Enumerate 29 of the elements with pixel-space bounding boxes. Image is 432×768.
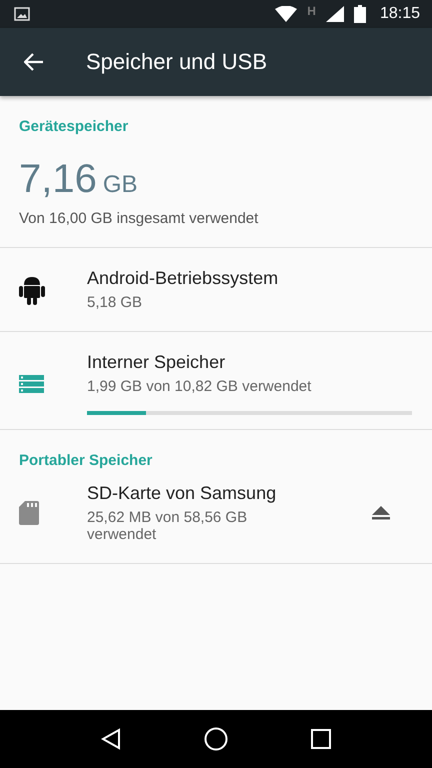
signal-icon [326,6,344,22]
item-subtitle: 1,99 GB von 10,82 GB verwendet [87,378,312,395]
image-icon [14,7,30,21]
battery-icon [354,5,366,23]
back-arrow-icon [24,53,44,71]
item-title: Interner Speicher [87,352,226,373]
eject-icon [372,506,390,520]
clock: 18:15 [380,5,420,23]
item-title: SD-Karte von Samsung [87,483,278,504]
storage-unit: GB [102,171,138,199]
storage-list-item[interactable]: SD-Karte von Samsung 25,62 MB von 58,56 GB verwendet [0,469,432,563]
storage-list-item[interactable]: Interner Speicher 1,99 GB von 10,82 GB verwendet [0,331,432,429]
storage-caption: Von 16,00 GB insgesamt verwendet [19,210,260,227]
section-header: Portabler Speicher [18,451,154,469]
home-circle-icon [204,727,228,751]
sd-card-icon [19,501,39,525]
section-header: Gerätespeicher [18,117,130,135]
screen-title: Speicher und USB [86,49,267,75]
storage-icon [19,374,44,392]
used-storage-value: 7,16 [19,157,97,202]
network-type: H [307,4,316,18]
item-subtitle: 5,18 GB [87,294,144,311]
storage-list-item[interactable]: Android-Betriebssystem 5,18 GB [0,247,432,331]
square-recents-icon [310,729,331,749]
item-subtitle: 25,62 MB von 58,56 GB verwendet [87,509,248,543]
triangle-back-icon [101,728,122,750]
android-robot-icon [19,274,45,304]
item-title: Android-Betriebssystem [87,268,280,289]
wifi-icon [275,6,298,22]
